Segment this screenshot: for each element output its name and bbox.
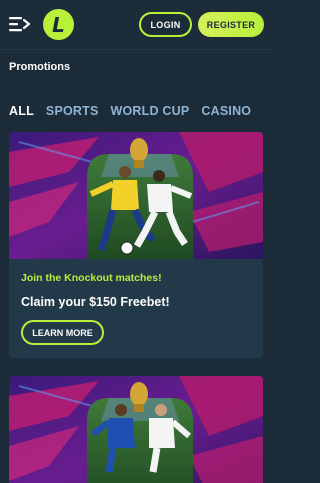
register-button[interactable]: REGISTER [198, 12, 264, 37]
menu-arrow-icon[interactable] [9, 15, 31, 33]
promotion-card[interactable] [9, 376, 263, 483]
promotion-card[interactable]: Join the Knockout matches! Claim your $1… [9, 132, 263, 358]
learn-more-button[interactable]: LEARN MORE [21, 320, 104, 345]
promotion-banner-image [9, 376, 263, 483]
promotion-banner-image [9, 132, 263, 259]
logo-letter: L [52, 12, 65, 37]
login-button[interactable]: LOGIN [139, 12, 192, 37]
promotion-title: Claim your $150 Freebet! [21, 295, 170, 309]
tab-casino[interactable]: CASINO [201, 104, 251, 120]
promotion-subtitle: Join the Knockout matches! [21, 272, 162, 284]
brand-logo[interactable]: L [43, 9, 74, 40]
tab-sports[interactable]: SPORTS [46, 104, 99, 120]
tab-all[interactable]: ALL [9, 104, 34, 120]
promotion-category-tabs: ALL SPORTS WORLD CUP CASINO [9, 104, 263, 120]
top-header: L LOGIN REGISTER [0, 0, 272, 50]
page-title: Promotions [9, 61, 71, 73]
tab-world-cup[interactable]: WORLD CUP [111, 104, 190, 120]
